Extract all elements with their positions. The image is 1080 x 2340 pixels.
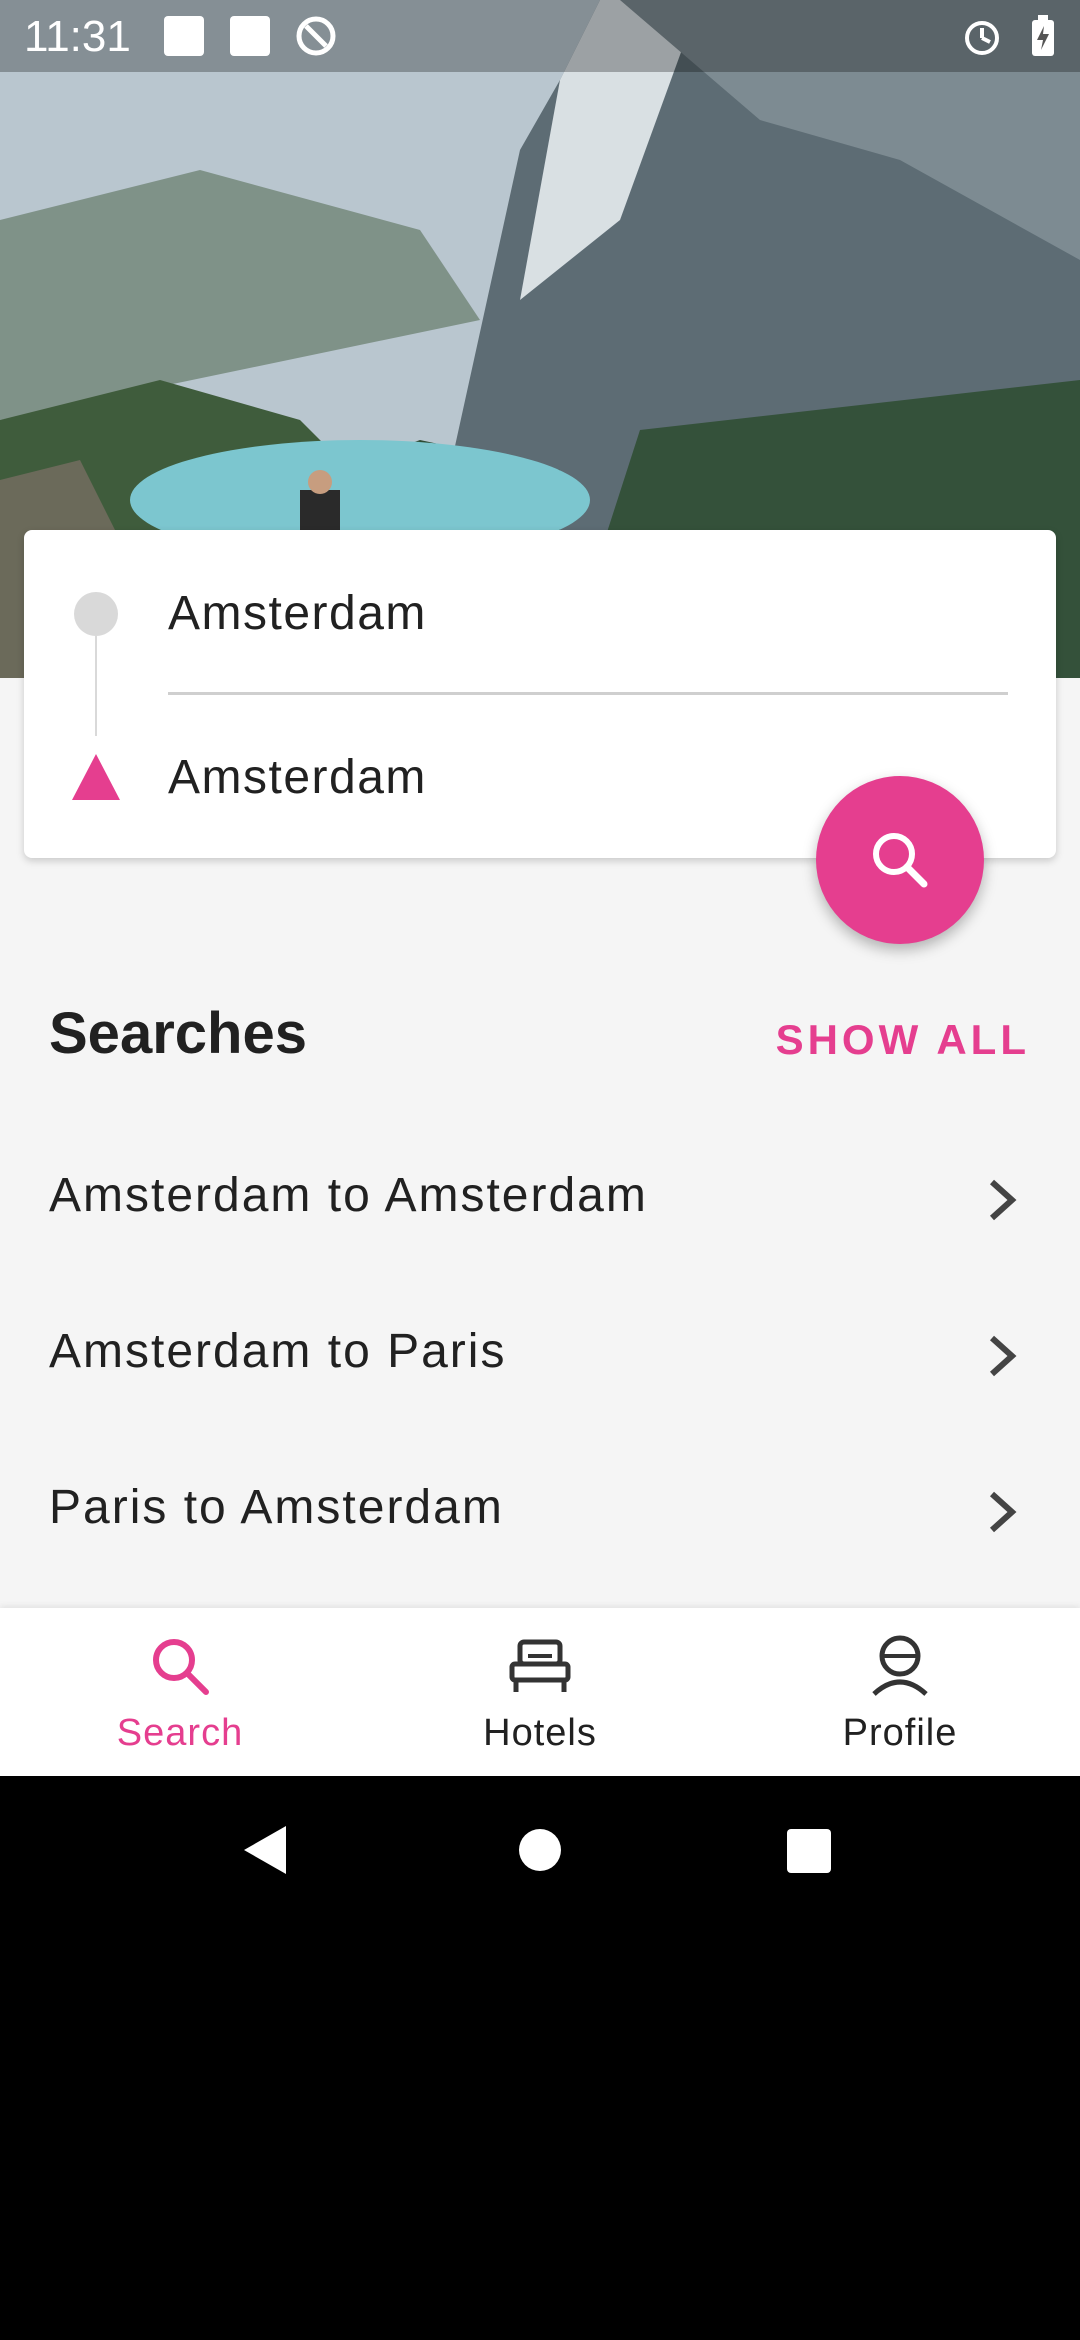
back-icon[interactable] (240, 1824, 290, 1876)
bottom-navigation: Search Hotels Profile (0, 1608, 1080, 1776)
route-line (95, 636, 97, 736)
list-item-label: Paris to Amsterdam (49, 1481, 504, 1534)
bed-icon (509, 1639, 571, 1692)
sync-icon (294, 14, 338, 69)
origin-dot-icon (74, 592, 118, 636)
destination-triangle-icon (72, 754, 120, 800)
system-navigation-bar (0, 1776, 1080, 1920)
field-divider (168, 692, 1008, 695)
nav-item-profile[interactable]: Profile (720, 1608, 1080, 1776)
chevron-right-icon (984, 1328, 1020, 1389)
list-item-label: Amsterdam to Amsterdam (49, 1169, 648, 1222)
nav-item-search[interactable]: Search (0, 1608, 360, 1776)
status-time: 11:31 (24, 12, 131, 61)
search-icon (153, 1639, 209, 1695)
profile-icon (872, 1635, 928, 1696)
searches-title: Searches (49, 1001, 307, 1066)
home-icon[interactable] (518, 1828, 562, 1872)
recents-icon[interactable] (786, 1828, 832, 1874)
list-item[interactable]: Amsterdam to Paris (0, 1278, 1080, 1434)
notification-icon (162, 14, 206, 69)
list-item-label: Amsterdam to Paris (49, 1325, 507, 1378)
destination-field[interactable]: Amsterdam (168, 750, 427, 805)
battery-icon (1028, 14, 1058, 69)
app-screen: 11:31 Amsterdam Amsterdam Searches SHOW … (0, 0, 1080, 1776)
chevron-right-icon (984, 1484, 1020, 1545)
notification-icon (228, 14, 272, 69)
origin-field[interactable]: Amsterdam (168, 586, 427, 641)
status-bar: 11:31 (0, 0, 1080, 72)
chevron-right-icon (984, 1172, 1020, 1233)
list-item[interactable]: Amsterdam to Amsterdam (0, 1122, 1080, 1278)
search-fab-button[interactable] (816, 776, 984, 944)
alarm-icon (960, 14, 1004, 69)
nav-item-hotels[interactable]: Hotels (360, 1608, 720, 1776)
nav-label-hotels: Hotels (483, 1712, 597, 1754)
nav-label-profile: Profile (842, 1712, 958, 1754)
list-item[interactable]: Paris to Amsterdam (0, 1434, 1080, 1590)
nav-label-search: Search (116, 1712, 244, 1754)
show-all-button[interactable]: SHOW ALL (776, 1016, 1030, 1064)
search-icon (873, 833, 928, 888)
